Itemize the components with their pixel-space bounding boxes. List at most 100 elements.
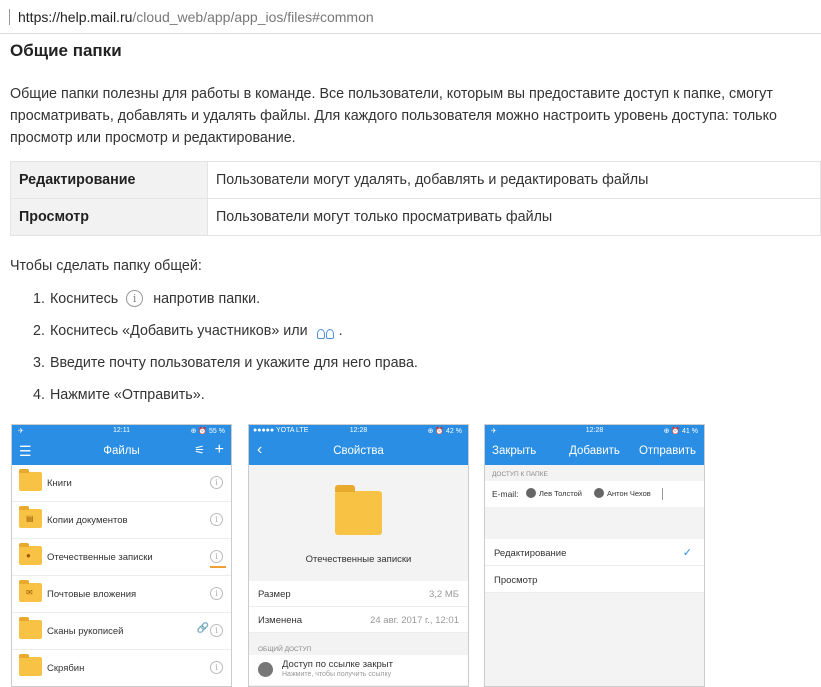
list-item[interactable]: ✉ Почтовые вложения i <box>12 576 231 613</box>
size-value: 3,2 МБ <box>429 589 459 600</box>
step-number: 2. <box>33 323 45 339</box>
nav-bar: ☰ Файлы ⚟ + <box>12 438 231 465</box>
table-key: Редактирование <box>10 161 208 199</box>
info-icon[interactable]: i <box>210 587 223 600</box>
text-cursor <box>9 9 10 25</box>
email-field[interactable]: E-mail: Лев Толстой Антон Чехов <box>485 481 704 507</box>
user-chip[interactable]: Антон Чехов <box>594 488 651 498</box>
size-label: Размер <box>258 589 291 600</box>
phone-files-screen: ✈ 12:11 ⊕ ⏰ 55 % ☰ Файлы ⚟ + Книги i ▤ К… <box>11 424 232 687</box>
folder-name: Сканы рукописей <box>47 626 124 637</box>
table-row: Редактирование Пользователи могут удалят… <box>10 161 821 199</box>
section-header: ДОСТУП К ПАПКЕ <box>485 465 704 481</box>
avatar <box>526 488 536 498</box>
send-button[interactable]: Отправить <box>639 445 696 457</box>
nav-bar: Закрыть Добавить Отправить <box>485 438 704 465</box>
folder-name: Копии документов <box>47 515 128 526</box>
folder-name: Отечественные записки <box>305 554 412 565</box>
nav-bar: ‹ Свойства <box>249 438 468 465</box>
option-edit[interactable]: Редактирование ✓ <box>485 539 704 566</box>
info-icon[interactable]: i <box>210 550 223 563</box>
folder-name: Отечественные записки <box>47 552 153 563</box>
article-title: Общие папки <box>10 41 122 60</box>
access-title: Доступ по ссылке закрыт <box>282 659 393 670</box>
status-battery: ⊕ ⏰ 41 % <box>663 428 698 435</box>
steps-list: 1. Коснитесь i напротив папки. 2. Коснит… <box>33 288 821 416</box>
step-text: Нажмите «Отправить». <box>49 387 205 403</box>
list-item[interactable]: Книги i <box>12 465 231 502</box>
list-item[interactable]: Сканы рукописей 🔗 i <box>12 613 231 650</box>
status-bar: ●●●●● YOTA LTE 12:28 ⊕ ⏰ 42 % <box>249 425 468 438</box>
link-icon: 🔗 <box>196 623 209 634</box>
step-text: напротив папки. <box>153 291 261 307</box>
text-cursor <box>662 488 663 500</box>
document-folder-icon: ▤ <box>19 506 42 528</box>
step-item: 3. Введите почту пользователя и укажите … <box>33 352 821 384</box>
step-item: 4. Нажмите «Отправить». <box>33 384 821 416</box>
step-number: 3. <box>33 355 45 371</box>
info-icon[interactable]: i <box>210 513 223 526</box>
highlight-underline <box>210 566 226 568</box>
info-icon[interactable]: i <box>210 476 223 489</box>
plus-icon[interactable]: + <box>215 441 224 459</box>
steps-lead: Чтобы сделать папку общей: <box>10 258 202 274</box>
access-subtitle: Нажмите, чтобы получить ссылку <box>282 671 392 678</box>
size-row: Размер 3,2 МБ <box>249 581 468 607</box>
option-label: Редактирование <box>494 548 567 559</box>
step-item: 1. Коснитесь i напротив папки. <box>33 288 821 320</box>
url-host: https://help.mail.ru <box>18 9 133 25</box>
table-value: Пользователи могут только просматривать … <box>207 198 821 236</box>
step-text: Коснитесь <box>49 291 119 307</box>
step-item: 2. Коснитесь «Добавить участников» или . <box>33 320 821 352</box>
changed-label: Изменена <box>258 615 303 626</box>
info-icon: i <box>126 290 144 307</box>
folder-icon <box>19 654 42 676</box>
folder-icon <box>19 617 42 639</box>
address-bar[interactable]: https://help.mail.ru/cloud_web/app/app_i… <box>0 0 821 34</box>
article: Общие папки Общие папки полезны для рабо… <box>10 34 821 416</box>
url-text[interactable]: https://help.mail.ru/cloud_web/app/app_i… <box>18 9 374 25</box>
folder-name: Книги <box>47 478 72 489</box>
info-icon[interactable]: i <box>210 624 223 637</box>
folder-icon <box>19 469 42 491</box>
lock-icon <box>258 662 273 677</box>
link-access-row[interactable]: Доступ по ссылке закрыт Нажмите, чтобы п… <box>249 655 468 685</box>
user-name: Лев Толстой <box>539 488 583 498</box>
avatar <box>594 488 604 498</box>
status-bar: ✈ 12:11 ⊕ ⏰ 55 % <box>12 425 231 438</box>
option-label: Просмотр <box>494 575 538 586</box>
step-text: . <box>338 323 343 339</box>
status-bar: ✈ 12:28 ⊕ ⏰ 41 % <box>485 425 704 438</box>
info-icon[interactable]: i <box>210 661 223 674</box>
add-users-icon <box>316 325 335 339</box>
filter-icon[interactable]: ⚟ <box>194 443 205 457</box>
list-item[interactable]: Скрябин i <box>12 650 231 686</box>
list-item[interactable]: ● Отечественные записки i <box>12 539 231 576</box>
table-key: Просмотр <box>10 198 208 236</box>
folder-preview: Отечественные записки <box>249 465 468 581</box>
changed-row: Изменена 24 авг. 2017 г., 12:01 <box>249 607 468 633</box>
phone-add-members-screen: ✈ 12:28 ⊕ ⏰ 41 % Закрыть Добавить Отправ… <box>484 424 705 687</box>
step-text: Введите почту пользователя и укажите для… <box>49 355 418 371</box>
status-battery: ⊕ ⏰ 55 % <box>190 428 225 435</box>
table-value: Пользователи могут удалять, добавлять и … <box>207 161 821 199</box>
access-levels-table: Редактирование Пользователи могут удалят… <box>10 161 821 236</box>
step-number: 1. <box>33 291 45 307</box>
list-item[interactable]: ▤ Копии документов i <box>12 502 231 539</box>
article-intro: Общие папки полезны для работы в команде… <box>10 86 777 146</box>
step-number: 4. <box>33 387 45 403</box>
url-path: /cloud_web/app/app_ios/files#common <box>132 9 374 25</box>
user-chip[interactable]: Лев Толстой <box>526 488 582 498</box>
table-row: Просмотр Пользователи могут только просм… <box>10 198 821 236</box>
nav-title: Свойства <box>333 445 384 457</box>
user-name: Антон Чехов <box>607 488 651 498</box>
option-view[interactable]: Просмотр <box>485 566 704 593</box>
section-header: ОБЩИЙ ДОСТУП <box>258 646 312 653</box>
status-battery: ⊕ ⏰ 42 % <box>427 428 462 435</box>
mail-folder-icon: ✉ <box>19 580 42 602</box>
changed-value: 24 авг. 2017 г., 12:01 <box>370 615 459 626</box>
check-icon: ✓ <box>682 547 692 559</box>
app-screenshots: ✈ 12:11 ⊕ ⏰ 55 % ☰ Файлы ⚟ + Книги i ▤ К… <box>11 424 811 687</box>
email-label: E-mail: <box>492 489 519 499</box>
folder-name: Скрябин <box>47 663 85 674</box>
